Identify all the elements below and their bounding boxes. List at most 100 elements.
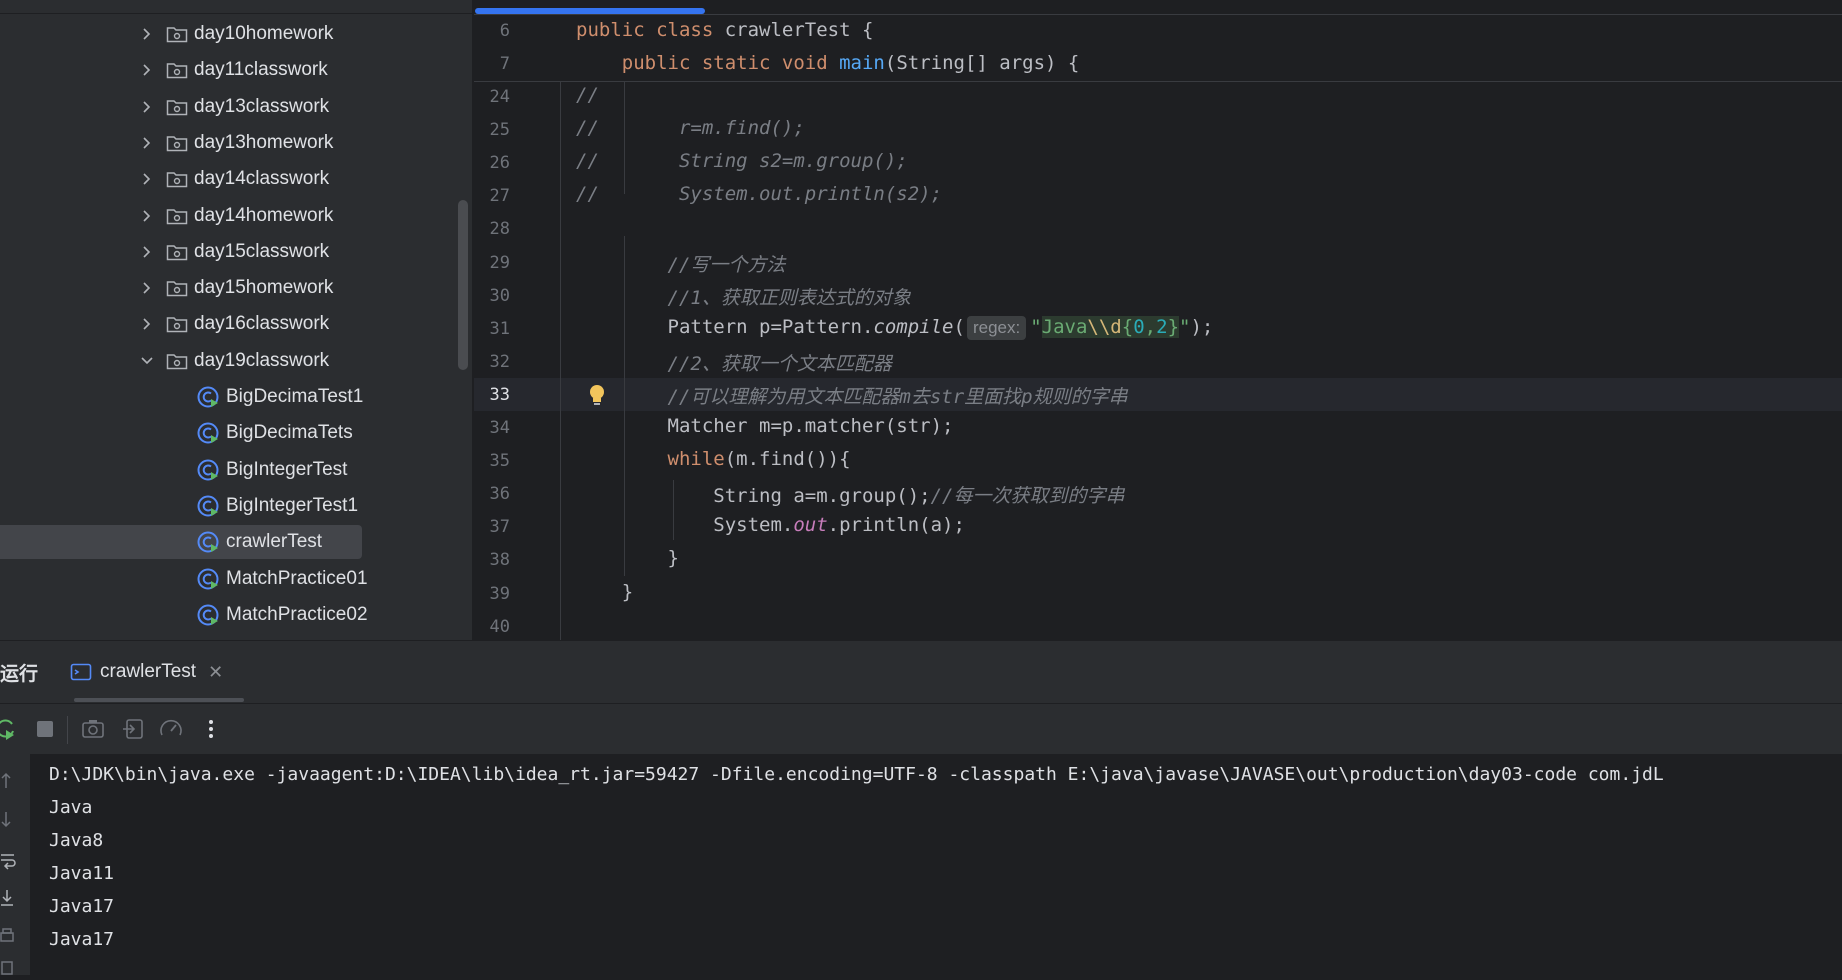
tree-item-label: crawlerTest bbox=[226, 531, 323, 553]
folder-icon bbox=[166, 281, 188, 297]
tree-folder-item[interactable]: day15classwork bbox=[140, 235, 329, 269]
sticky-separator bbox=[474, 81, 1842, 82]
tree-class-item[interactable]: BigIntegerTest bbox=[196, 453, 347, 487]
close-icon[interactable]: ✕ bbox=[208, 662, 223, 683]
code-editor[interactable]: 24//25// r=m.find(); 26// String s2=m.gro… bbox=[474, 0, 1842, 640]
tree-folder-item[interactable]: day13homework bbox=[140, 126, 333, 160]
camera-icon[interactable] bbox=[80, 716, 106, 742]
code-token: //写一个方法 bbox=[576, 253, 786, 276]
chevron-right-icon[interactable] bbox=[140, 281, 154, 295]
line-number: 28 bbox=[489, 219, 510, 240]
folder-icon bbox=[166, 317, 188, 333]
tree-scrollbar[interactable] bbox=[458, 200, 468, 370]
tree-class-item[interactable]: crawlerTest bbox=[0, 525, 363, 560]
line-number: 32 bbox=[489, 351, 510, 372]
tree-folder-item[interactable]: day14classwork bbox=[140, 162, 329, 196]
code-token: 2 bbox=[1156, 315, 1168, 338]
tree-item-label: day15classwork bbox=[194, 240, 330, 262]
code-token: System. bbox=[576, 514, 794, 537]
print-icon[interactable] bbox=[0, 926, 18, 946]
stop-icon[interactable] bbox=[32, 716, 58, 742]
tab-label: crawlerTest bbox=[100, 661, 197, 682]
code-line: String a=m.group();//每一次获取到的字串 bbox=[576, 481, 1125, 508]
chevron-right-icon[interactable] bbox=[140, 136, 154, 150]
indent-guide bbox=[560, 82, 561, 640]
tree-class-item[interactable]: BigDecimaTest1 bbox=[196, 380, 363, 414]
code-line: // String s2=m.group(); bbox=[576, 150, 908, 172]
code-line: Matcher m=p.matcher(str); bbox=[576, 415, 954, 437]
scroll-to-end-icon[interactable] bbox=[0, 888, 18, 908]
chevron-right-icon[interactable] bbox=[140, 317, 154, 331]
code-token: while bbox=[667, 448, 725, 471]
tree-class-item[interactable]: MatchPractice02 bbox=[196, 598, 368, 632]
tree-folder-item[interactable]: day14homework bbox=[140, 199, 333, 233]
line-number: 39 bbox=[489, 583, 510, 604]
code-token: .println(a); bbox=[827, 514, 965, 537]
chevron-right-icon[interactable] bbox=[140, 27, 154, 41]
folder-icon bbox=[166, 245, 188, 261]
chevron-right-icon[interactable] bbox=[140, 245, 154, 259]
tree-folder-item[interactable]: day13classwork bbox=[140, 90, 329, 124]
code-token: //每一次获取到的字串 bbox=[930, 485, 1125, 508]
lightbulb-icon[interactable] bbox=[586, 383, 608, 407]
code-line: public class crawlerTest { bbox=[576, 19, 873, 41]
tab-underline bbox=[74, 698, 244, 702]
code-token: , bbox=[1144, 315, 1157, 338]
tree-item-label: BigIntegerTest1 bbox=[226, 494, 359, 516]
code-token: // String s2=m.group(); bbox=[576, 150, 908, 173]
more-options-icon[interactable] bbox=[198, 716, 224, 742]
project-tree: day10homework day11classwork day13classwor… bbox=[0, 0, 472, 640]
tree-item-label: BigDecimaTets bbox=[226, 422, 353, 444]
line-number: 40 bbox=[489, 616, 510, 637]
console-line: Java8 bbox=[49, 830, 104, 851]
java-class-icon bbox=[197, 386, 219, 408]
chevron-down-icon[interactable] bbox=[140, 354, 154, 368]
chevron-right-icon[interactable] bbox=[140, 172, 154, 186]
sticky-line[interactable]: 6 public class crawlerTest { bbox=[474, 15, 1842, 48]
scroll-down-icon[interactable] bbox=[0, 810, 18, 830]
soft-wrap-icon[interactable] bbox=[0, 850, 18, 870]
line-number: 29 bbox=[489, 252, 510, 273]
code-line: // bbox=[576, 84, 599, 106]
tab-crawlertest[interactable]: crawlerTest ✕ bbox=[70, 655, 223, 689]
code-token: //2、获取一个文本匹配器 bbox=[576, 352, 892, 375]
tree-item-label: day14homework bbox=[194, 204, 334, 226]
code-token: out bbox=[793, 514, 828, 537]
code-token: public class bbox=[576, 19, 725, 41]
code-line: Pattern p=Pattern.compile(regex: "Java\\d… bbox=[576, 315, 1213, 340]
console-side-toolbar bbox=[0, 754, 30, 975]
scroll-up-icon[interactable] bbox=[0, 770, 18, 790]
tree-item-label: day13homework bbox=[194, 131, 334, 153]
rerun-icon[interactable] bbox=[0, 716, 18, 742]
restore-layout-icon[interactable] bbox=[120, 716, 146, 742]
tree-folder-item[interactable]: day10homework bbox=[140, 17, 333, 51]
chevron-right-icon[interactable] bbox=[140, 209, 154, 223]
code-token: 0 bbox=[1133, 315, 1145, 338]
code-token: " bbox=[1179, 315, 1191, 338]
tree-item-label: BigIntegerTest bbox=[226, 458, 348, 480]
tree-folder-item[interactable]: day19classwork bbox=[140, 344, 329, 378]
tree-item-label: day15homework bbox=[194, 277, 334, 299]
code-token: // r=m.find(); bbox=[576, 117, 805, 140]
tree-folder-item[interactable]: day11classwork bbox=[140, 53, 328, 87]
profiler-gauge-icon[interactable] bbox=[158, 716, 184, 742]
code-line: //写一个方法 bbox=[576, 250, 786, 277]
tree-class-item[interactable]: MatchPractice01 bbox=[196, 562, 368, 596]
code-token: } bbox=[576, 547, 679, 570]
line-number: 24 bbox=[489, 87, 510, 107]
tree-item-label: day19classwork bbox=[194, 349, 330, 371]
code-line: while(m.find()){ bbox=[576, 448, 851, 470]
code-token: //可以理解为用文本匹配器m去str里面找p规则的字串 bbox=[576, 385, 1128, 408]
sticky-line[interactable]: 7 public static void main(String[] args)… bbox=[474, 48, 1842, 81]
chevron-right-icon[interactable] bbox=[140, 63, 154, 77]
tree-item-label: day14classwork bbox=[194, 168, 330, 190]
tree-class-item[interactable]: BigIntegerTest1 bbox=[196, 489, 358, 523]
tree-folder-item[interactable]: day15homework bbox=[140, 271, 333, 305]
chevron-right-icon[interactable] bbox=[140, 100, 154, 114]
tree-class-item[interactable]: BigDecimaTets bbox=[196, 416, 353, 450]
tree-folder-item[interactable]: day16classwork bbox=[140, 307, 329, 341]
code-token: { bbox=[1121, 315, 1134, 338]
clear-icon[interactable] bbox=[0, 960, 18, 980]
console-output[interactable]: D:\JDK\bin\java.exe -javaagent:D:\IDEA\l… bbox=[30, 754, 1842, 975]
java-class-icon bbox=[197, 459, 219, 481]
